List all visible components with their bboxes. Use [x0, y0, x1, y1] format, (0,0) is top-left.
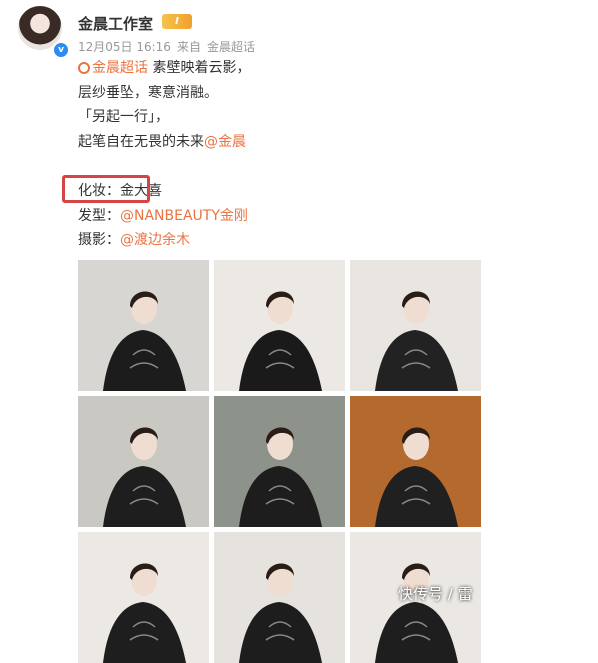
verified-badge-icon: v	[52, 41, 70, 59]
mention-photographer[interactable]: @渡边余木	[120, 232, 190, 248]
post-content: 金晨超话 素壁映着云影， 层纱垂坠，寒意消融。 「另起一行」， 起笔自在无畏的未…	[78, 56, 558, 253]
photo-grid	[78, 260, 481, 663]
hair-label: 发型：	[78, 207, 120, 224]
topic-link[interactable]: 金晨超话	[78, 60, 148, 76]
photo-thumbnail-5[interactable]	[214, 396, 345, 527]
post-text-line1: 素壁映着云影，	[148, 60, 251, 76]
photo-thumbnail-3[interactable]	[350, 260, 481, 391]
post-text-line2: 层纱垂坠，寒意消融。	[78, 84, 218, 101]
author-name[interactable]: 金晨工作室	[78, 13, 153, 34]
photo-thumbnail-7[interactable]	[78, 532, 209, 663]
photo-label: 摄影：	[78, 232, 120, 249]
photo-thumbnail-8[interactable]	[214, 532, 345, 663]
level-badge[interactable]: I	[162, 14, 192, 29]
post-text-line3: 「另起一行」，	[78, 109, 169, 126]
source-prefix: 来自	[176, 40, 201, 54]
super-topic-icon	[78, 62, 90, 74]
post-text-line4: 起笔自在无畏的未来	[78, 133, 204, 150]
post-date: 12月05日 16:16	[78, 40, 171, 54]
source-link[interactable]: 金晨超话	[207, 40, 255, 54]
watermark: 快传号 / 雷	[398, 585, 473, 603]
mention-jinchen[interactable]: @金晨	[204, 134, 246, 150]
photo-thumbnail-1[interactable]	[78, 260, 209, 391]
photo-thumbnail-2[interactable]	[214, 260, 345, 391]
highlight-box	[62, 175, 150, 203]
post-meta: 12月05日 16:16 来自 金晨超话	[78, 38, 261, 55]
mention-hair[interactable]: @NANBEAUTY金刚	[120, 208, 248, 224]
photo-thumbnail-6[interactable]	[350, 396, 481, 527]
photo-thumbnail-4[interactable]	[78, 396, 209, 527]
